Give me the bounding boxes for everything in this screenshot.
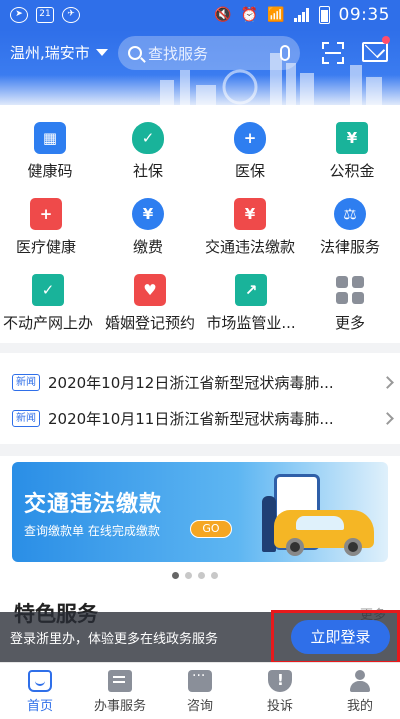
divider: [0, 343, 400, 353]
news-tag: 新闻: [12, 373, 40, 391]
service-label: 健康码: [27, 162, 73, 180]
service-payment[interactable]: ¥ 缴费: [98, 198, 198, 257]
search-placeholder: 查找服务: [148, 44, 209, 63]
nav-profile[interactable]: 我的: [320, 663, 400, 719]
nav-services[interactable]: 办事服务: [80, 663, 160, 719]
caret-down-icon: [95, 49, 108, 56]
service-label: 医保: [234, 162, 265, 180]
banner-go-button[interactable]: GO: [190, 520, 232, 538]
service-legal[interactable]: ⚖ 法律服务: [300, 198, 400, 257]
marriage-icon: ♥: [134, 274, 166, 306]
chevron-right-icon: [381, 375, 394, 389]
news-headline: 2020年10月11日浙江省新型冠状病毒肺...: [48, 409, 334, 428]
mute-icon: 🔇: [214, 7, 232, 23]
banner-title: 交通违法缴款: [24, 492, 163, 517]
service-label: 缴费: [132, 238, 163, 256]
nav-home[interactable]: 首页: [0, 663, 80, 719]
news-tag: 新闻: [12, 409, 40, 427]
real-estate-icon: ✓: [32, 274, 64, 306]
microphone-icon[interactable]: [280, 45, 290, 61]
carousel-indicator: [172, 572, 218, 579]
service-label: 医疗健康: [15, 238, 76, 256]
carousel-dot[interactable]: [172, 572, 179, 579]
divider: [0, 444, 400, 456]
social-security-icon: ✓: [132, 122, 164, 154]
payment-icon: ¥: [132, 198, 164, 230]
service-label: 市场监管业...: [206, 314, 296, 332]
complaint-icon: [268, 670, 292, 692]
housing-fund-icon: ¥: [336, 122, 368, 154]
profile-icon: [348, 670, 372, 692]
nav-label: 我的: [346, 699, 373, 714]
service-marriage[interactable]: ♥ 婚姻登记预约: [96, 274, 204, 333]
service-label: 不动产网上办: [2, 314, 93, 332]
service-traffic-fine[interactable]: ¥ 交通违法缴款: [195, 198, 305, 257]
city-label: 温州,瑞安市: [10, 44, 90, 62]
service-label: 交通违法缴款: [204, 238, 295, 256]
chat-icon: [188, 668, 212, 692]
city-selector[interactable]: 温州,瑞安市: [10, 42, 108, 63]
medical-insurance-icon: +: [234, 122, 266, 154]
nav-label: 投诉: [266, 699, 293, 714]
promo-banner[interactable]: 交通违法缴款 查询缴款单 在线完成缴款 GO: [12, 462, 388, 562]
login-prompt-text: 登录浙里办，体验更多在线政务服务: [10, 631, 219, 647]
service-label: 社保: [132, 162, 163, 180]
search-input[interactable]: 查找服务: [118, 36, 300, 70]
service-medical-health[interactable]: + 医疗健康: [0, 198, 96, 257]
news-headline: 2020年10月12日浙江省新型冠状病毒肺...: [48, 373, 334, 392]
nav-complaint[interactable]: 投诉: [240, 663, 320, 719]
app-icon: ✈: [62, 7, 80, 23]
highlight-box: [271, 610, 400, 664]
service-label: 更多: [334, 314, 365, 332]
carousel-dot[interactable]: [185, 572, 192, 579]
service-label: 法律服务: [319, 238, 380, 256]
sim-icon: 21: [36, 7, 54, 23]
service-real-estate[interactable]: ✓ 不动产网上办: [0, 274, 100, 333]
service-market-supervision[interactable]: ↗ 市场监管业...: [196, 274, 306, 333]
service-list-icon: [108, 670, 132, 692]
navigation-icon: ➤: [10, 7, 28, 23]
service-health-code[interactable]: ▦ 健康码: [0, 122, 100, 181]
service-more[interactable]: 更多: [300, 274, 400, 333]
nav-label: 咨询: [186, 699, 213, 714]
service-medical-insurance[interactable]: + 医保: [200, 122, 300, 181]
nav-consult[interactable]: 咨询: [160, 663, 240, 719]
market-supervision-icon: ↗: [235, 274, 267, 306]
search-icon: [128, 46, 142, 60]
clock: 09:35: [338, 5, 390, 25]
news-item[interactable]: 新闻 2020年10月12日浙江省新型冠状病毒肺...: [12, 364, 394, 400]
service-social-security[interactable]: ✓ 社保: [98, 122, 198, 181]
signal-icon: [293, 8, 310, 22]
chevron-right-icon: [381, 411, 394, 425]
scales-icon: ⚖: [334, 198, 366, 230]
header: 温州,瑞安市 查找服务: [0, 30, 400, 105]
banner-subtitle: 查询缴款单 在线完成缴款: [24, 524, 160, 538]
status-bar: ➤ 21 ✈ 🔇 ⏰ 📶 09:35: [0, 0, 400, 30]
nav-label: 首页: [26, 699, 53, 714]
battery-icon: [318, 6, 330, 24]
bottom-nav: 首页 办事服务 咨询 投诉 我的: [0, 662, 400, 719]
news-item[interactable]: 新闻 2020年10月11日浙江省新型冠状病毒肺...: [12, 400, 394, 436]
wifi-icon: 📶: [267, 7, 285, 23]
notification-dot: [382, 36, 390, 44]
alarm-icon: ⏰: [240, 7, 259, 23]
scan-icon[interactable]: [322, 42, 344, 64]
mail-icon[interactable]: [362, 42, 388, 62]
service-label: 公积金: [329, 162, 375, 180]
traffic-fine-icon: ¥: [234, 198, 266, 230]
nav-label: 办事服务: [93, 699, 146, 714]
more-grid-icon: [334, 274, 366, 306]
service-label: 婚姻登记预约: [104, 314, 195, 332]
carousel-dot[interactable]: [211, 572, 218, 579]
qr-code-icon: ▦: [34, 122, 66, 154]
medical-kit-icon: +: [30, 198, 62, 230]
service-housing-fund[interactable]: ¥ 公积金: [302, 122, 400, 181]
home-icon: [28, 670, 52, 692]
carousel-dot[interactable]: [198, 572, 205, 579]
car-illustration: [274, 510, 374, 556]
